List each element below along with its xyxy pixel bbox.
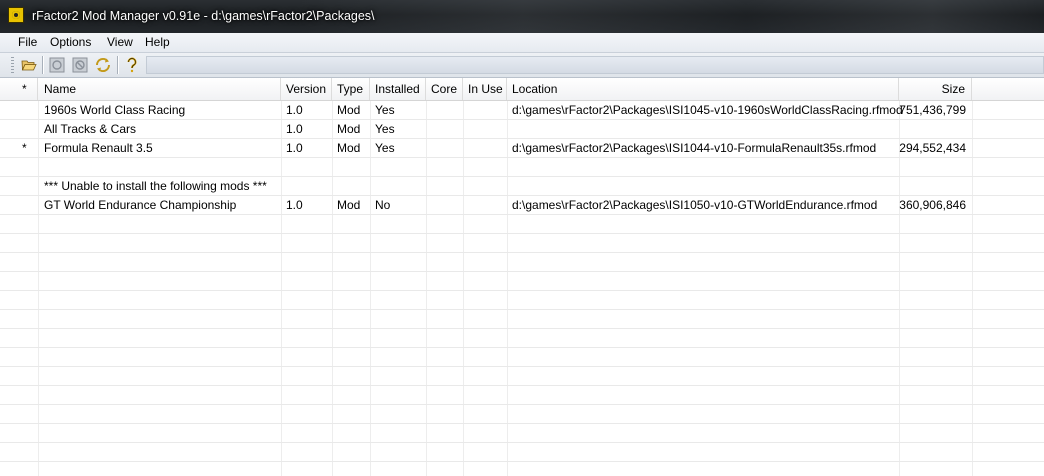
- cell-installed: Yes: [375, 122, 395, 136]
- menu-view[interactable]: View: [107, 35, 133, 49]
- help-icon[interactable]: [123, 56, 141, 74]
- menu-options[interactable]: Options: [50, 35, 91, 49]
- cell-type: Mod: [337, 103, 361, 117]
- title-bar-glow: [300, 0, 1044, 33]
- cell-location: d:\games\rFactor2\Packages\ISI1044-v10-F…: [512, 141, 877, 155]
- cell-core: [426, 120, 431, 138]
- cell-type: Mod: [337, 141, 361, 155]
- table-row[interactable]: [0, 158, 1044, 177]
- cell-location: d:\games\rFactor2\Packages\ISI1050-v10-G…: [512, 198, 878, 212]
- cell-name: [38, 158, 44, 176]
- cell-location: [507, 120, 512, 138]
- cell-name: Formula Renault 3.5: [44, 141, 153, 155]
- column-header-version[interactable]: Version: [281, 78, 332, 100]
- cell-version: 1.0: [286, 141, 303, 155]
- empty-row: [0, 462, 1044, 476]
- toolbar-grip[interactable]: [11, 57, 14, 73]
- app-icon[interactable]: [8, 7, 24, 23]
- cell-name: All Tracks & Cars: [44, 122, 137, 136]
- cell-core: [426, 196, 431, 214]
- empty-row: [0, 291, 1044, 310]
- column-header-core[interactable]: Core: [426, 78, 463, 100]
- empty-row: [0, 367, 1044, 386]
- cell-installed: Yes: [375, 103, 395, 117]
- cell-star: [14, 120, 38, 138]
- cell-core: [426, 139, 431, 157]
- empty-row: [0, 443, 1044, 462]
- empty-row: [0, 424, 1044, 443]
- toolbar-separator: [42, 56, 44, 74]
- cell-inuse: [463, 139, 468, 157]
- column-header-size[interactable]: Size: [899, 78, 972, 100]
- cell-inuse: [463, 196, 468, 214]
- install-icon[interactable]: [48, 56, 66, 74]
- open-folder-icon[interactable]: [20, 56, 38, 74]
- cell-size: 360,906,846: [899, 198, 966, 212]
- column-header-inuse[interactable]: In Use: [463, 78, 507, 100]
- cell-name: *** Unable to install the following mods…: [44, 179, 267, 193]
- cell-name: GT World Endurance Championship: [44, 198, 237, 212]
- table-row[interactable]: *** Unable to install the following mods…: [0, 177, 1044, 196]
- table-row[interactable]: All Tracks & Cars 1.0 Mod Yes: [0, 120, 1044, 139]
- list-header: * Name Version Type Installed Core In Us…: [0, 78, 1044, 101]
- cell-version: 1.0: [286, 103, 303, 117]
- mod-list-view[interactable]: * Name Version Type Installed Core In Us…: [0, 78, 1044, 476]
- cell-installed: Yes: [375, 141, 395, 155]
- empty-row: [0, 348, 1044, 367]
- empty-row: [0, 272, 1044, 291]
- column-header-type[interactable]: Type: [332, 78, 370, 100]
- cell-star: [14, 196, 38, 214]
- cell-version: 1.0: [286, 198, 303, 212]
- window-title: rFactor2 Mod Manager v0.91e - d:\games\r…: [32, 9, 375, 23]
- cell-version: 1.0: [286, 122, 303, 136]
- toolbar: [0, 53, 1044, 78]
- column-header-star[interactable]: *: [14, 78, 38, 100]
- cell-core: [426, 101, 431, 119]
- column-header-location[interactable]: Location: [507, 78, 899, 100]
- cell-size: 751,436,799: [899, 103, 966, 117]
- empty-row: [0, 405, 1044, 424]
- cell-star: [14, 101, 38, 119]
- empty-row: [0, 329, 1044, 348]
- menu-bar: File Options View Help: [0, 33, 1044, 53]
- toolbar-separator: [117, 56, 119, 74]
- title-bar: rFactor2 Mod Manager v0.91e - d:\games\r…: [0, 0, 1044, 33]
- cell-inuse: [463, 101, 468, 119]
- cell-size: [899, 120, 972, 138]
- empty-row: [0, 234, 1044, 253]
- empty-row: [0, 386, 1044, 405]
- cell-inuse: [463, 120, 468, 138]
- cell-name: 1960s World Class Racing: [44, 103, 186, 117]
- cell-type: Mod: [337, 198, 361, 212]
- column-header-name[interactable]: Name: [38, 78, 281, 100]
- cell-installed: No: [375, 198, 391, 212]
- toolbar-empty-band: [146, 56, 1044, 74]
- cell-location: d:\games\rFactor2\Packages\ISI1045-v10-1…: [512, 103, 903, 117]
- list-rows: 1960s World Class Racing 1.0 Mod Yes d:\…: [0, 101, 1044, 476]
- cell-star: *: [22, 141, 27, 155]
- table-row[interactable]: GT World Endurance Championship 1.0 Mod …: [0, 196, 1044, 215]
- refresh-icon[interactable]: [94, 56, 112, 74]
- cell-type: Mod: [337, 122, 361, 136]
- uninstall-icon[interactable]: [71, 56, 89, 74]
- empty-row: [0, 310, 1044, 329]
- table-row[interactable]: 1960s World Class Racing 1.0 Mod Yes d:\…: [0, 101, 1044, 120]
- column-header-installed[interactable]: Installed: [370, 78, 426, 100]
- cell-size: 294,552,434: [899, 141, 966, 155]
- empty-row: [0, 253, 1044, 272]
- menu-file[interactable]: File: [18, 35, 37, 49]
- menu-help[interactable]: Help: [145, 35, 170, 49]
- table-row[interactable]: * Formula Renault 3.5 1.0 Mod Yes d:\gam…: [0, 139, 1044, 158]
- empty-row: [0, 215, 1044, 234]
